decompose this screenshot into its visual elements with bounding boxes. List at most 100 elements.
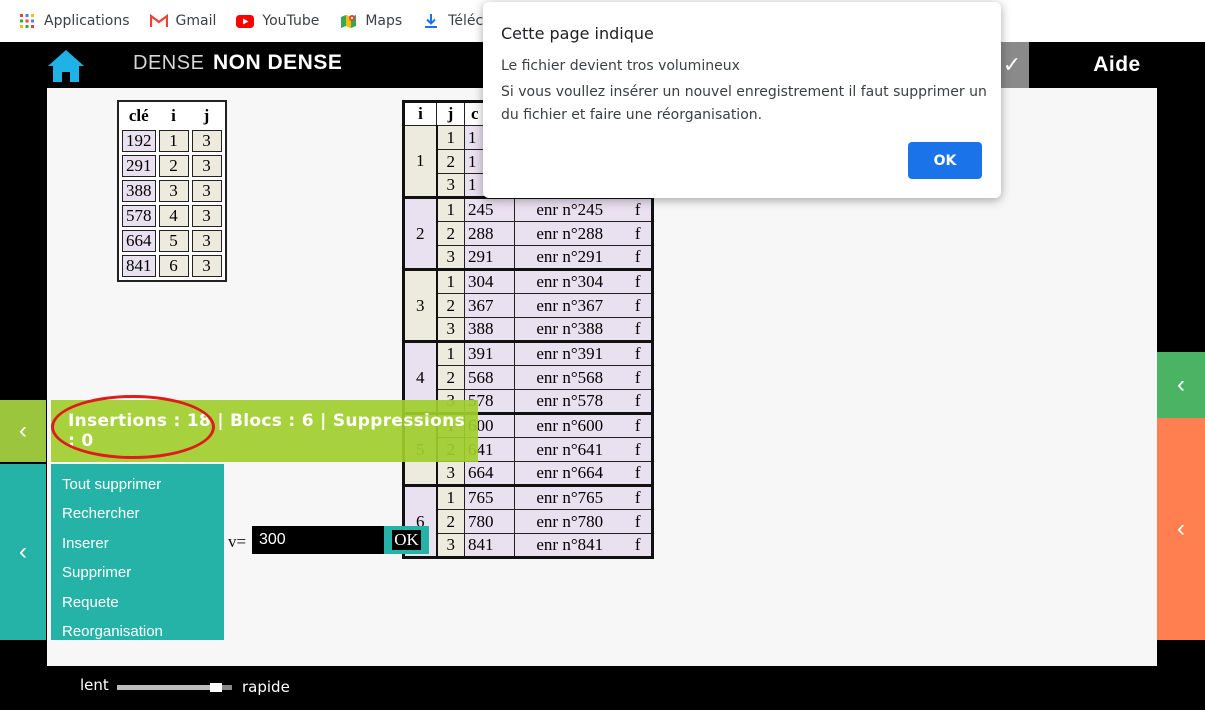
index-cell-i: 4 [158,205,189,227]
file-cell-key: 391 [464,341,515,366]
file-table-row: 6 1 765 enr n°765 f [403,485,653,559]
ok-label: OK [392,530,421,550]
stats-collapse-button[interactable]: ‹ [0,400,46,462]
stats-text: Insertions : 18 | Blocs : 6 | Suppressio… [68,411,465,451]
speed-fast-label: rapide [242,678,290,696]
speed-slider-fill [117,685,210,690]
menu-item-rechercher[interactable]: Rechercher [51,499,224,528]
home-button[interactable] [46,48,86,84]
file-cell-value: enr n°780 [514,509,625,534]
menu-item-inserer[interactable]: Inserer [51,529,224,558]
index-table-row: 841 6 3 [122,255,222,277]
file-cell-flag: f [624,221,653,246]
index-cell-j: 3 [191,155,222,177]
menu-item-reorganisation[interactable]: Reorganisation [51,617,224,646]
bookmark-gmail[interactable]: Gmail [149,6,216,36]
ok-button[interactable]: OK [384,526,429,554]
file-cell-value: enr n°600 [514,413,625,438]
maps-icon [339,13,357,29]
file-cell-j: 3 [436,461,465,487]
file-cell-flag: f [624,461,653,487]
file-cell-block: 1 [403,125,438,199]
file-table-row: 2 568 enr n°568 f [404,365,653,390]
file-table-row: 2 1 245 enr n°245 f [403,197,653,271]
chevron-left-icon: ‹ [1177,371,1185,398]
file-cell-key: 841 [464,533,515,559]
bookmark-maps[interactable]: Maps [339,6,402,36]
file-cell-key: 304 [464,269,515,294]
right-panel-orange-button[interactable]: ‹ [1157,418,1205,640]
file-cell-j: 1 [436,269,465,294]
chevron-left-icon: ‹ [19,417,27,444]
file-cell-value: enr n°288 [514,221,625,246]
file-cell-j: 3 [436,533,465,559]
file-cell-value: enr n°291 [514,245,625,271]
index-table-row: 388 3 3 [122,180,222,202]
index-table-header: clé i j [122,105,222,127]
file-table-row: 2 780 enr n°780 f [404,509,653,534]
file-cell-value: enr n°664 [514,461,625,487]
mode-dense-tab[interactable]: DENSE [133,52,204,75]
file-cell-value: enr n°245 [514,197,625,222]
file-cell-j: 2 [436,365,465,390]
menu-item-requete[interactable]: Requete [51,588,224,617]
chevron-left-icon: ‹ [19,538,27,565]
file-cell-flag: f [624,269,653,294]
index-cell-i: 5 [158,230,189,252]
file-cell-value: enr n°391 [514,341,625,366]
index-table-row: 192 1 3 [122,130,222,152]
file-cell-value: enr n°388 [514,317,625,343]
mode-nondense-tab[interactable]: NON DENSE [213,51,342,75]
index-cell-j: 3 [191,130,222,152]
file-cell-j: 1 [436,485,465,510]
file-cell-j: 1 [436,197,465,222]
youtube-icon [236,13,255,29]
dialog-message-line2: Si vous voullez insérer un nouvel enregi… [501,84,987,123]
file-cell-flag: f [624,533,653,559]
right-panel-green-button[interactable]: ‹ [1157,352,1205,418]
file-cell-value: enr n°641 [514,437,625,462]
index-header-key: clé [128,106,149,125]
file-cell-key: 245 [464,197,515,222]
help-button[interactable]: Aide [1029,42,1205,88]
file-cell-j: 2 [436,509,465,534]
bookmark-youtube[interactable]: YouTube [236,6,319,36]
index-table-row: 664 5 3 [122,230,222,252]
index-table: clé i j 192 1 3 291 2 3 388 3 3 578 4 3 664 5 3 841 6 3 [117,100,227,282]
bookmark-applications[interactable]: Applications [18,6,130,36]
file-table-row: 3 1 304 enr n°304 f [403,269,653,343]
file-table-row: 3 291 enr n°291 f [404,245,653,271]
index-header-j: j [203,106,210,125]
file-cell-flag: f [624,317,653,343]
index-cell-i: 6 [158,255,189,277]
file-cell-key: 288 [464,221,515,246]
operations-menu: Tout supprimer Rechercher Inserer Suppri… [51,464,224,640]
index-table-row: 291 2 3 [122,155,222,177]
file-cell-flag: f [624,437,653,462]
dialog-message-line1: Le fichier devient tros volumineux [501,58,740,74]
file-cell-key: 765 [464,485,515,510]
menu-collapse-button[interactable]: ‹ [0,464,46,640]
stats-bar: Insertions : 18 | Blocs : 6 | Suppressio… [51,400,478,462]
index-cell-i: 3 [158,180,189,202]
file-table-row: 3 841 enr n°841 f [404,533,653,559]
speed-slider-thumb[interactable] [210,683,222,692]
index-cell-key: 841 [122,255,156,277]
file-cell-j: 2 [436,149,465,174]
file-cell-value: enr n°304 [514,269,625,294]
file-cell-value: enr n°578 [514,389,625,415]
speed-slider[interactable] [117,683,232,692]
file-cell-flag: f [624,293,653,318]
menu-item-tout-supprimer[interactable]: Tout supprimer [51,470,224,499]
index-cell-i: 2 [158,155,189,177]
file-cell-flag: f [624,341,653,366]
file-cell-flag: f [624,389,653,415]
file-cell-j: 1 [436,125,465,150]
value-input[interactable] [252,526,384,554]
dialog-ok-button[interactable]: OK [908,142,982,179]
home-icon [48,50,84,82]
browser-viewport: Applications Gmail YouTube Maps Téléchar… [0,0,1205,710]
dialog-title: Cette page indique [501,24,654,43]
menu-item-supprimer[interactable]: Supprimer [51,558,224,587]
index-cell-j: 3 [191,180,222,202]
